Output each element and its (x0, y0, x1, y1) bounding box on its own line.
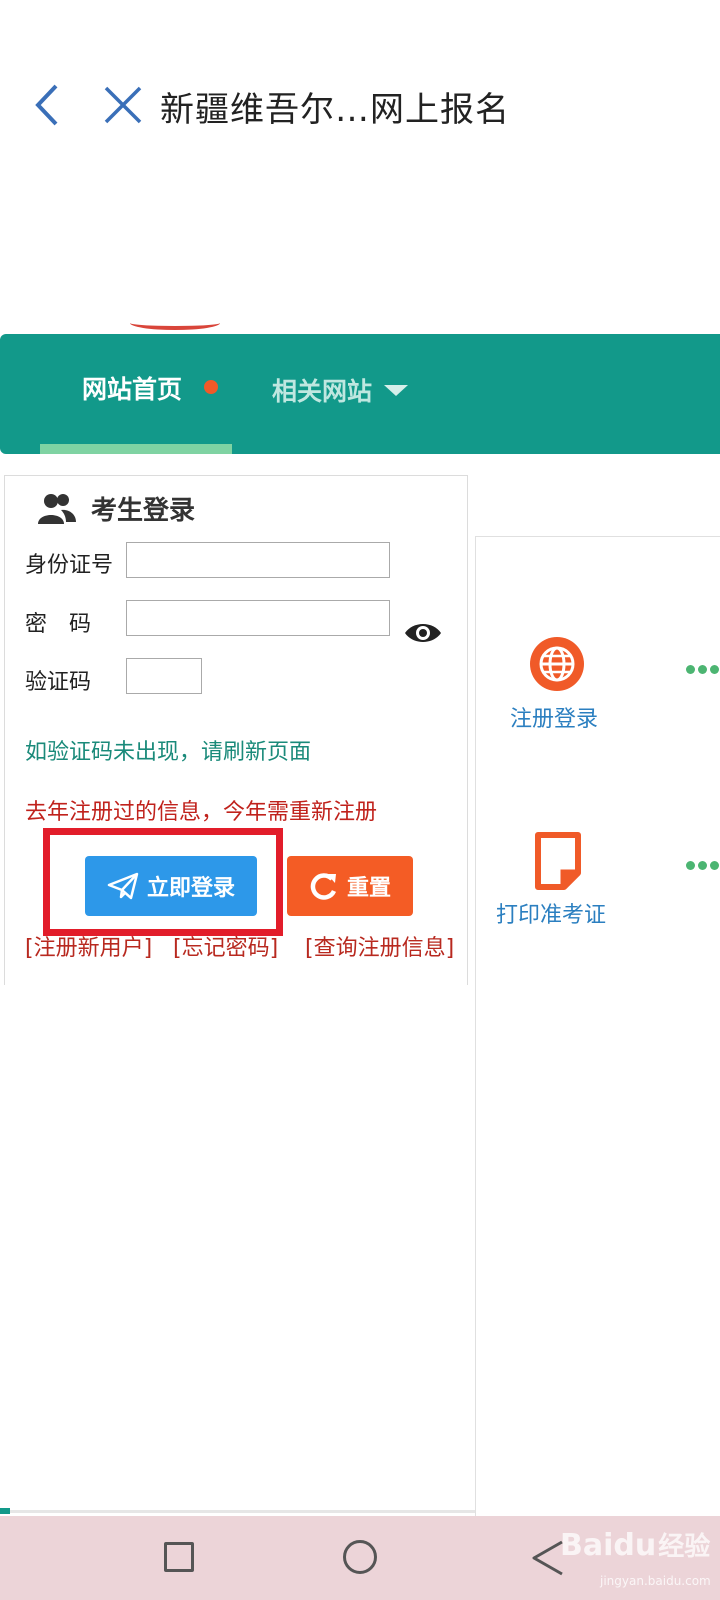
watermark-suffix: 经验 (658, 1532, 711, 1562)
document-icon[interactable] (532, 831, 584, 891)
content-bottom-border (0, 1510, 475, 1513)
id-number-input[interactable] (126, 542, 390, 578)
baidu-watermark: Baidu 经验 (560, 1526, 710, 1563)
nav-item-home[interactable]: 网站首页 (40, 334, 232, 454)
captcha-input[interactable] (126, 658, 202, 694)
nav-related-label: 相关网站 (272, 377, 373, 406)
site-navbar: 网站首页 相关网站 (0, 334, 720, 454)
captcha-hint: 如验证码未出现，请刷新页面 (25, 740, 312, 765)
browser-header: 新疆维吾尔…网上报名 (0, 0, 720, 200)
caret-down-icon (384, 384, 409, 396)
password-label: 密 码 (25, 612, 92, 637)
register-login-link[interactable]: 注册登录 (510, 701, 598, 733)
notification-dot (204, 380, 218, 394)
refresh-icon (310, 873, 337, 900)
id-number-label: 身份证号 (25, 553, 114, 578)
eye-icon[interactable] (403, 619, 443, 647)
nav-home-label: 网站首页 (82, 375, 183, 404)
login-header: 考生登录 (37, 490, 195, 527)
globe-icon[interactable] (528, 635, 586, 693)
quick-links-panel: 注册登录 打印准考证 (475, 536, 720, 1516)
watermark-url: jingyan.baidu.com (600, 1574, 711, 1588)
watermark-brand: Baidu (560, 1528, 657, 1563)
decorative-arc (130, 316, 220, 330)
home-button[interactable] (343, 1540, 377, 1574)
nav-active-indicator (40, 444, 232, 454)
page-title: 新疆维吾尔…网上报名 (160, 90, 510, 130)
password-input[interactable] (126, 600, 390, 636)
highlight-box (43, 828, 283, 936)
query-registration-link[interactable]: [查询注册信息] (305, 930, 454, 962)
recent-apps-button[interactable] (164, 1542, 194, 1572)
reregister-notice: 去年注册过的信息，今年需重新注册 (25, 800, 378, 825)
more-dots-icon (686, 861, 720, 873)
content-bottom-accent (0, 1508, 10, 1514)
system-navigation-bar: Baidu 经验 jingyan.baidu.com (0, 1516, 720, 1600)
close-icon (104, 86, 142, 124)
print-admission-ticket-link[interactable]: 打印准考证 (496, 897, 606, 929)
reset-button[interactable]: 重置 (287, 856, 413, 916)
chevron-left-icon (35, 84, 58, 126)
nav-item-related-sites[interactable]: 相关网站 (272, 370, 409, 410)
login-title: 考生登录 (91, 496, 196, 526)
captcha-label: 验证码 (25, 670, 92, 695)
forgot-password-link[interactable]: [忘记密码] (173, 930, 278, 962)
login-panel: 考生登录 身份证号 密 码 验证码 如验证码未出现，请刷新页面 去年注册过的信息… (4, 475, 468, 985)
close-button[interactable] (100, 82, 146, 128)
more-dots-icon (686, 665, 720, 677)
users-icon (38, 493, 76, 524)
reset-button-label: 重置 (346, 876, 391, 901)
back-button[interactable] (30, 80, 70, 130)
register-new-user-link[interactable]: [注册新用户] (25, 930, 152, 962)
